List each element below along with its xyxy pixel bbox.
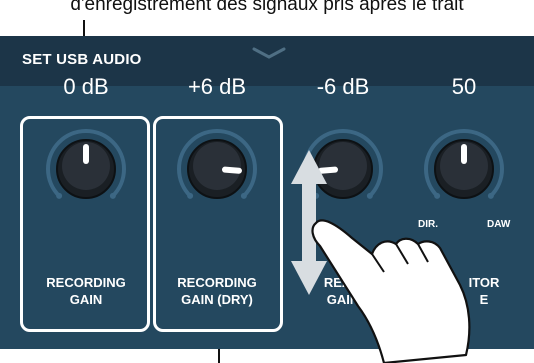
gesture-overlay: [291, 150, 471, 363]
hand-pointer-icon: [311, 219, 471, 363]
